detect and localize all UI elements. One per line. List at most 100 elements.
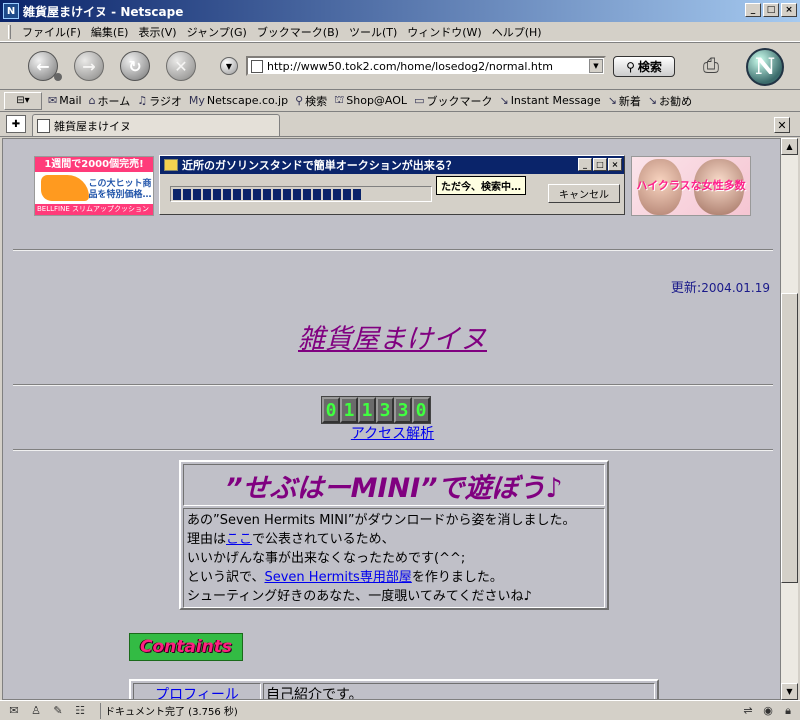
url-input[interactable] bbox=[267, 59, 589, 73]
bookmark-radio[interactable]: ♫ ラジオ bbox=[137, 93, 182, 109]
url-dropdown-button[interactable]: ▼ bbox=[589, 59, 603, 73]
search-button-label: 検索 bbox=[637, 60, 662, 74]
stop-button[interactable]: ✕ bbox=[166, 51, 196, 81]
bookmark-shop[interactable]: ⛫ Shop@AOL bbox=[334, 93, 407, 108]
address-field[interactable]: ▼ bbox=[246, 56, 606, 76]
bookmark-netscape[interactable]: My Netscape.co.jp bbox=[189, 94, 288, 107]
back-history-dropdown[interactable] bbox=[54, 73, 62, 81]
profile-link[interactable]: プロフィール bbox=[155, 687, 239, 699]
stop-icon: ✕ bbox=[174, 56, 188, 76]
menu-help[interactable]: ヘルプ(H) bbox=[487, 24, 547, 40]
mini-text: で公表されているため、 bbox=[252, 532, 395, 547]
netscape-logo[interactable]: N bbox=[746, 48, 784, 86]
menu-file[interactable]: ファイル(F) bbox=[17, 24, 86, 40]
horizontal-rule bbox=[13, 249, 773, 251]
forward-button[interactable]: → bbox=[74, 51, 104, 81]
search-icon: ⚲ bbox=[295, 94, 304, 107]
menu-view[interactable]: 表示(V) bbox=[133, 24, 181, 40]
maximize-button[interactable]: □ bbox=[763, 3, 779, 17]
bookmark-instant-message[interactable]: ↘ Instant Message bbox=[499, 94, 600, 107]
reload-button[interactable]: ↻ bbox=[120, 51, 150, 81]
access-counter: 0 1 1 3 3 0 bbox=[321, 396, 431, 424]
mini-text: 理由は bbox=[187, 532, 227, 547]
fake-maximize-button[interactable]: □ bbox=[593, 158, 607, 171]
netscape-app-icon[interactable]: N bbox=[3, 3, 19, 19]
progress-block bbox=[233, 188, 241, 200]
progress-block bbox=[223, 188, 231, 200]
seven-hermits-room-link[interactable]: Seven Hermits専用部屋 bbox=[264, 570, 411, 585]
mail-icon[interactable]: ✉ bbox=[6, 704, 22, 718]
access-analysis-link[interactable]: アクセス解析 bbox=[3, 423, 780, 443]
bookmark-home[interactable]: ⌂ ホーム bbox=[89, 93, 131, 109]
sidebar-toggle-button[interactable]: ⊟▾ bbox=[4, 91, 42, 110]
ad-banner-left[interactable]: 1週間で2000個完売! この大ヒット商品を特別価格… BELLFINE スリム… bbox=[34, 156, 154, 216]
menu-bookmarks[interactable]: ブックマーク(B) bbox=[252, 24, 344, 40]
mini-body: あの”Seven Hermits MINI”がダウンロードから姿を消しました。 … bbox=[183, 508, 605, 608]
window-titlebar: N 雑貨屋まけイヌ - Netscape _ □ × bbox=[0, 0, 800, 22]
contents-heading-image: Containts bbox=[129, 633, 243, 661]
fake-close-button[interactable]: × bbox=[608, 158, 622, 171]
mini-heading: ”せぶはーMINI”で遊ぼう♪ bbox=[183, 464, 605, 506]
close-tab-button[interactable]: ✕ bbox=[774, 117, 790, 133]
composer-icon[interactable]: ✎ bbox=[50, 704, 66, 718]
search-button[interactable]: ⚲ 検索 bbox=[613, 56, 675, 77]
bookmark-recommend[interactable]: ↘ お勧め bbox=[648, 93, 692, 109]
scroll-up-button[interactable]: ▲ bbox=[781, 138, 798, 155]
page-content: 1週間で2000個完売! この大ヒット商品を特別価格… BELLFINE スリム… bbox=[2, 138, 781, 700]
personal-toolbar: ⊟▾ ✉ Mail ⌂ ホーム ♫ ラジオ My Netscape.co.jp ⚲ 検索 … bbox=[0, 90, 800, 112]
progress-block bbox=[333, 188, 341, 200]
back-arrow-icon: ← bbox=[36, 56, 50, 76]
bookmark-new[interactable]: ↘ 新着 bbox=[608, 93, 641, 109]
progress-block bbox=[193, 188, 201, 200]
progress-block bbox=[313, 188, 321, 200]
scroll-thumb[interactable] bbox=[781, 293, 798, 583]
new-tab-button[interactable]: ✚ bbox=[6, 115, 26, 133]
bookmark-mail[interactable]: ✉ Mail bbox=[48, 94, 82, 107]
menu-go[interactable]: ジャンプ(G) bbox=[182, 24, 252, 40]
folder-icon: ▭ bbox=[414, 94, 425, 107]
shop-icon: ⛫ bbox=[334, 93, 345, 106]
ad-fake-dialog[interactable]: 近所のガソリンスタンドで簡単オークションが出来る？ _ □ × ただ今、検索中…… bbox=[159, 155, 625, 215]
mail-icon: ✉ bbox=[48, 94, 58, 107]
fake-tooltip: ただ今、検索中… bbox=[436, 176, 526, 195]
print-icon[interactable]: ⎙ bbox=[697, 53, 725, 79]
toolbar-grip[interactable] bbox=[8, 24, 11, 39]
close-button[interactable]: × bbox=[781, 3, 797, 17]
access-analysis-label[interactable]: アクセス解析 bbox=[351, 426, 434, 442]
update-date: 2004.01.19 bbox=[701, 281, 770, 295]
menu-tools[interactable]: ツール(T) bbox=[344, 24, 402, 40]
bookmark-folder[interactable]: ▭ ブックマーク bbox=[414, 93, 492, 109]
menu-edit[interactable]: 編集(E) bbox=[86, 24, 134, 40]
scroll-down-button[interactable]: ▼ bbox=[781, 683, 798, 700]
window-title: 雑貨屋まけイヌ - Netscape bbox=[23, 4, 184, 19]
progress-block bbox=[183, 188, 191, 200]
progress-block bbox=[283, 188, 291, 200]
minimize-button[interactable]: _ bbox=[745, 3, 761, 17]
status-bar: ✉ ♙ ✎ ☷ ドキュメント完了 (3.756 秒) ⇌ ◉ 🔒︎ bbox=[0, 700, 800, 720]
ad-banner-right[interactable]: ハイクラスな女性多数 bbox=[631, 156, 751, 216]
fake-dialog-controls: _ □ × bbox=[578, 158, 622, 171]
bookmark-label: お勧め bbox=[659, 94, 693, 108]
bookmark-search[interactable]: ⚲ 検索 bbox=[295, 93, 327, 109]
online-status-icon[interactable]: ⇌ bbox=[740, 704, 756, 718]
ad-text: ハイクラスな女性多数 bbox=[636, 179, 746, 192]
component-bar: ✉ ♙ ✎ ☷ bbox=[0, 704, 88, 718]
mini-announcement-box: ”せぶはーMINI”で遊ぼう♪ あの”Seven Hermits MINI”がダ… bbox=[179, 460, 609, 610]
aim-icon[interactable]: ♙ bbox=[28, 704, 44, 718]
fake-minimize-button[interactable]: _ bbox=[578, 158, 592, 171]
address-history-button[interactable]: ▼ bbox=[220, 57, 238, 75]
security-icon[interactable]: ◉ bbox=[760, 704, 776, 718]
progress-block bbox=[323, 188, 331, 200]
tab-active[interactable]: 雑貨屋まけイヌ bbox=[32, 114, 280, 136]
link-icon: ↘ bbox=[647, 94, 658, 107]
menu-window[interactable]: ウィンドウ(W) bbox=[402, 24, 486, 40]
folder-icon bbox=[164, 159, 178, 171]
address-book-icon[interactable]: ☷ bbox=[72, 704, 88, 718]
bookmark-label: ホーム bbox=[97, 94, 131, 108]
forward-arrow-icon: → bbox=[82, 56, 96, 76]
here-link[interactable]: ここ bbox=[226, 532, 252, 547]
page-icon bbox=[251, 59, 263, 73]
vertical-scrollbar[interactable]: ▲ ▼ bbox=[781, 138, 798, 700]
fake-cancel-button[interactable]: キャンセル bbox=[548, 184, 620, 203]
lock-icon[interactable]: 🔒︎ bbox=[780, 704, 796, 718]
